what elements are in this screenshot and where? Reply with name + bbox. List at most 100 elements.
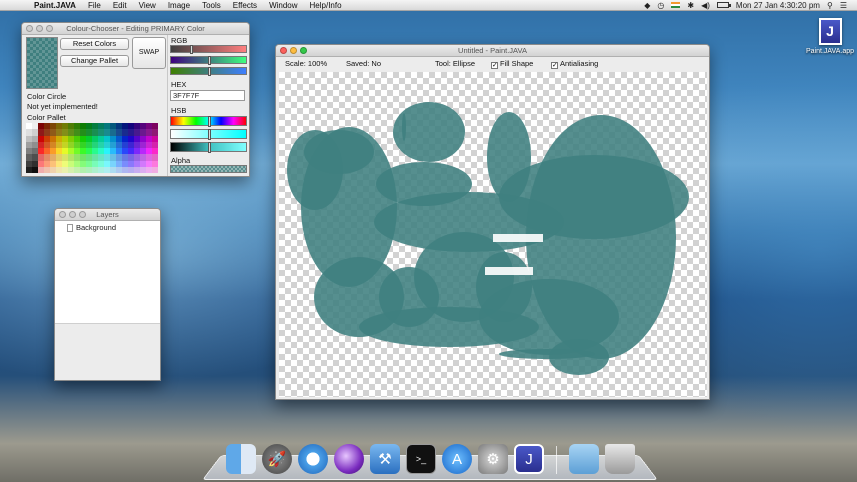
- itunes-icon[interactable]: [334, 444, 364, 474]
- hsb-label: HSB: [171, 106, 187, 115]
- menu-image[interactable]: Image: [168, 0, 190, 11]
- pallet-swatch[interactable]: [152, 166, 158, 173]
- layers-window: Layers Background: [54, 208, 161, 381]
- bluetooth-icon[interactable]: ✱: [687, 0, 694, 11]
- drawing-canvas[interactable]: [279, 72, 707, 397]
- antialiasing-check-icon[interactable]: ✓: [551, 61, 558, 69]
- xcode-icon[interactable]: ⚒: [370, 444, 400, 474]
- java-app-icon[interactable]: J: [818, 18, 842, 45]
- change-pallet-button[interactable]: Change Pallet: [60, 55, 129, 67]
- saturation-slider[interactable]: [170, 129, 247, 140]
- canvas-drawing: [287, 102, 689, 375]
- brightness-slider[interactable]: [170, 142, 247, 153]
- chooser-divider: [167, 35, 168, 176]
- not-implemented-text: Not yet implemented!: [27, 102, 98, 111]
- layer-item[interactable]: Background: [55, 221, 160, 232]
- close-button[interactable]: [280, 47, 287, 54]
- zoom-button[interactable]: [79, 211, 86, 218]
- desktop-app-icon[interactable]: J Paint.JAVA.app: [806, 18, 854, 55]
- antialiasing-label: Antialiasing: [560, 58, 599, 68]
- blue-slider[interactable]: [170, 67, 247, 76]
- menu-bar: Paint.JAVA File Edit View Image Tools Ef…: [0, 0, 857, 11]
- saturation-slider-knob[interactable]: [208, 129, 211, 140]
- trash-icon[interactable]: [605, 444, 635, 474]
- app-store-icon[interactable]: A: [442, 444, 472, 474]
- primary-color-swatch[interactable]: [26, 37, 58, 89]
- minimize-button[interactable]: [69, 211, 76, 218]
- input-source-flag-icon[interactable]: [671, 2, 681, 8]
- volume-icon[interactable]: ◀): [701, 0, 710, 11]
- red-slider[interactable]: [170, 45, 247, 54]
- folder-icon[interactable]: [569, 444, 599, 474]
- time-machine-icon[interactable]: ◷: [657, 0, 664, 11]
- java-app-icon[interactable]: J: [514, 444, 544, 474]
- canvas-window: Untitled - Paint.JAVA Scale: 100% Saved:…: [275, 44, 710, 400]
- close-button[interactable]: [59, 211, 66, 218]
- menu-app-name[interactable]: Paint.JAVA: [34, 0, 76, 11]
- scale-text: Scale: 100%: [285, 59, 328, 68]
- canvas-title: Untitled - Paint.JAVA: [458, 46, 527, 55]
- color-circle-label: Color Circle: [27, 92, 67, 101]
- battery-icon[interactable]: [716, 2, 731, 8]
- dropbox-icon[interactable]: ◆: [644, 0, 650, 11]
- clock[interactable]: Mon 27 Jan 4:30:20 pm: [736, 0, 820, 11]
- minimize-button[interactable]: [36, 25, 43, 32]
- hex-input[interactable]: 3F7F7F: [170, 90, 245, 101]
- menu-view[interactable]: View: [139, 0, 156, 11]
- layers-title: Layers: [96, 210, 119, 219]
- fill-shape-check-icon[interactable]: ✓: [491, 61, 498, 69]
- hex-label: HEX: [171, 80, 187, 89]
- menu-window[interactable]: Window: [269, 0, 297, 11]
- finder-icon[interactable]: [226, 444, 256, 474]
- dock-separator: [556, 446, 557, 474]
- blue-slider-knob[interactable]: [208, 67, 211, 76]
- chooser-title: Colour-Chooser - Editing PRIMARY Color: [66, 24, 205, 33]
- rgb-label: RGB: [171, 36, 188, 45]
- menu-file[interactable]: File: [88, 0, 101, 11]
- desktop-icon-label: Paint.JAVA.app: [806, 48, 854, 55]
- canvas-titlebar[interactable]: Untitled - Paint.JAVA: [276, 45, 709, 57]
- ellipse-shape: [499, 349, 595, 359]
- green-slider[interactable]: [170, 56, 247, 65]
- hue-slider[interactable]: [170, 116, 247, 127]
- hue-slider-knob[interactable]: [208, 116, 211, 127]
- launchpad-icon[interactable]: 🚀: [262, 444, 292, 474]
- red-slider-knob[interactable]: [190, 45, 193, 54]
- spotlight-icon[interactable]: ⚲: [827, 0, 833, 11]
- layers-titlebar[interactable]: Layers: [55, 209, 160, 221]
- chooser-titlebar[interactable]: Colour-Chooser - Editing PRIMARY Color: [22, 23, 249, 35]
- layer-document-icon: [67, 223, 73, 232]
- safari-icon[interactable]: [298, 444, 328, 474]
- canvas-gap-shape: [485, 267, 533, 275]
- tool-text: Tool: Ellipse: [435, 59, 476, 68]
- green-slider-knob[interactable]: [208, 56, 211, 65]
- alpha-slider[interactable]: [170, 165, 247, 173]
- ellipse-shape: [476, 252, 532, 322]
- canvas-gap-shape: [493, 234, 543, 242]
- brightness-slider-knob[interactable]: [208, 142, 211, 153]
- menu-effects[interactable]: Effects: [233, 0, 257, 11]
- layers-footer: [55, 323, 160, 380]
- color-pallet-grid[interactable]: [26, 123, 158, 173]
- notification-center-icon[interactable]: ☰: [840, 0, 847, 11]
- menu-tools[interactable]: Tools: [202, 0, 221, 11]
- dock: 🚀 ⚒ >_ A ⚙ J: [226, 440, 635, 474]
- close-button[interactable]: [26, 25, 33, 32]
- antialiasing-checkbox[interactable]: ✓ Antialiasing: [551, 59, 598, 69]
- ellipse-shape: [304, 130, 374, 174]
- swap-button[interactable]: SWAP: [132, 37, 166, 69]
- reset-colors-button[interactable]: Reset Colors: [60, 38, 129, 50]
- fill-shape-checkbox[interactable]: ✓ Fill Shape: [491, 59, 533, 69]
- colour-chooser-window: Colour-Chooser - Editing PRIMARY Color R…: [21, 22, 250, 177]
- system-preferences-icon[interactable]: ⚙: [478, 444, 508, 474]
- zoom-button[interactable]: [300, 47, 307, 54]
- menu-edit[interactable]: Edit: [113, 0, 127, 11]
- status-toolbar: Scale: 100% Saved: No Tool: Ellipse ✓ Fil…: [276, 57, 709, 70]
- alpha-label: Alpha: [171, 156, 191, 165]
- zoom-button[interactable]: [46, 25, 53, 32]
- color-pallet-label: Color Pallet: [27, 113, 66, 122]
- terminal-icon[interactable]: >_: [406, 444, 436, 474]
- layer-name: Background: [76, 223, 117, 232]
- menu-help[interactable]: Help/Info: [310, 0, 342, 11]
- minimize-button[interactable]: [290, 47, 297, 54]
